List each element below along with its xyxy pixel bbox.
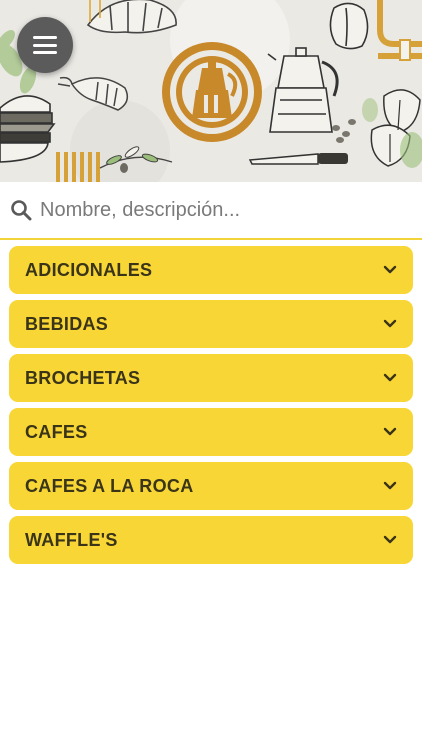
chevron-down-icon xyxy=(383,373,397,382)
menu-button[interactable] xyxy=(17,17,73,73)
category-label: BROCHETAS xyxy=(25,367,141,388)
chevron-down-icon xyxy=(383,535,397,544)
header-banner xyxy=(0,0,422,182)
category-label: BEBIDAS xyxy=(25,313,109,334)
chevron-down-icon xyxy=(383,427,397,436)
search-bar xyxy=(0,182,422,240)
category-label: CAFES xyxy=(25,421,88,442)
chevron-down-icon xyxy=(383,265,397,274)
category-label: CAFES A LA ROCA xyxy=(25,475,194,496)
category-label: WAFFLE'S xyxy=(25,529,118,550)
category-brochetas[interactable]: BROCHETAS xyxy=(9,354,413,402)
category-cafes-a-la-roca[interactable]: CAFES A LA ROCA xyxy=(9,462,413,510)
hamburger-menu-icon xyxy=(33,36,57,54)
category-bebidas[interactable]: BEBIDAS xyxy=(9,300,413,348)
category-label: ADICIONALES xyxy=(25,259,153,280)
chevron-down-icon xyxy=(383,319,397,328)
category-waffles[interactable]: WAFFLE'S xyxy=(9,516,413,564)
category-cafes[interactable]: CAFES xyxy=(9,408,413,456)
category-adicionales[interactable]: ADICIONALES xyxy=(9,246,413,294)
category-list: ADICIONALES BEBIDAS BROCHETAS CAFES CAFE… xyxy=(9,246,413,570)
moka-pot-logo-icon xyxy=(162,42,262,142)
chevron-down-icon xyxy=(383,481,397,490)
search-icon[interactable] xyxy=(10,199,32,221)
search-input[interactable] xyxy=(40,190,400,230)
